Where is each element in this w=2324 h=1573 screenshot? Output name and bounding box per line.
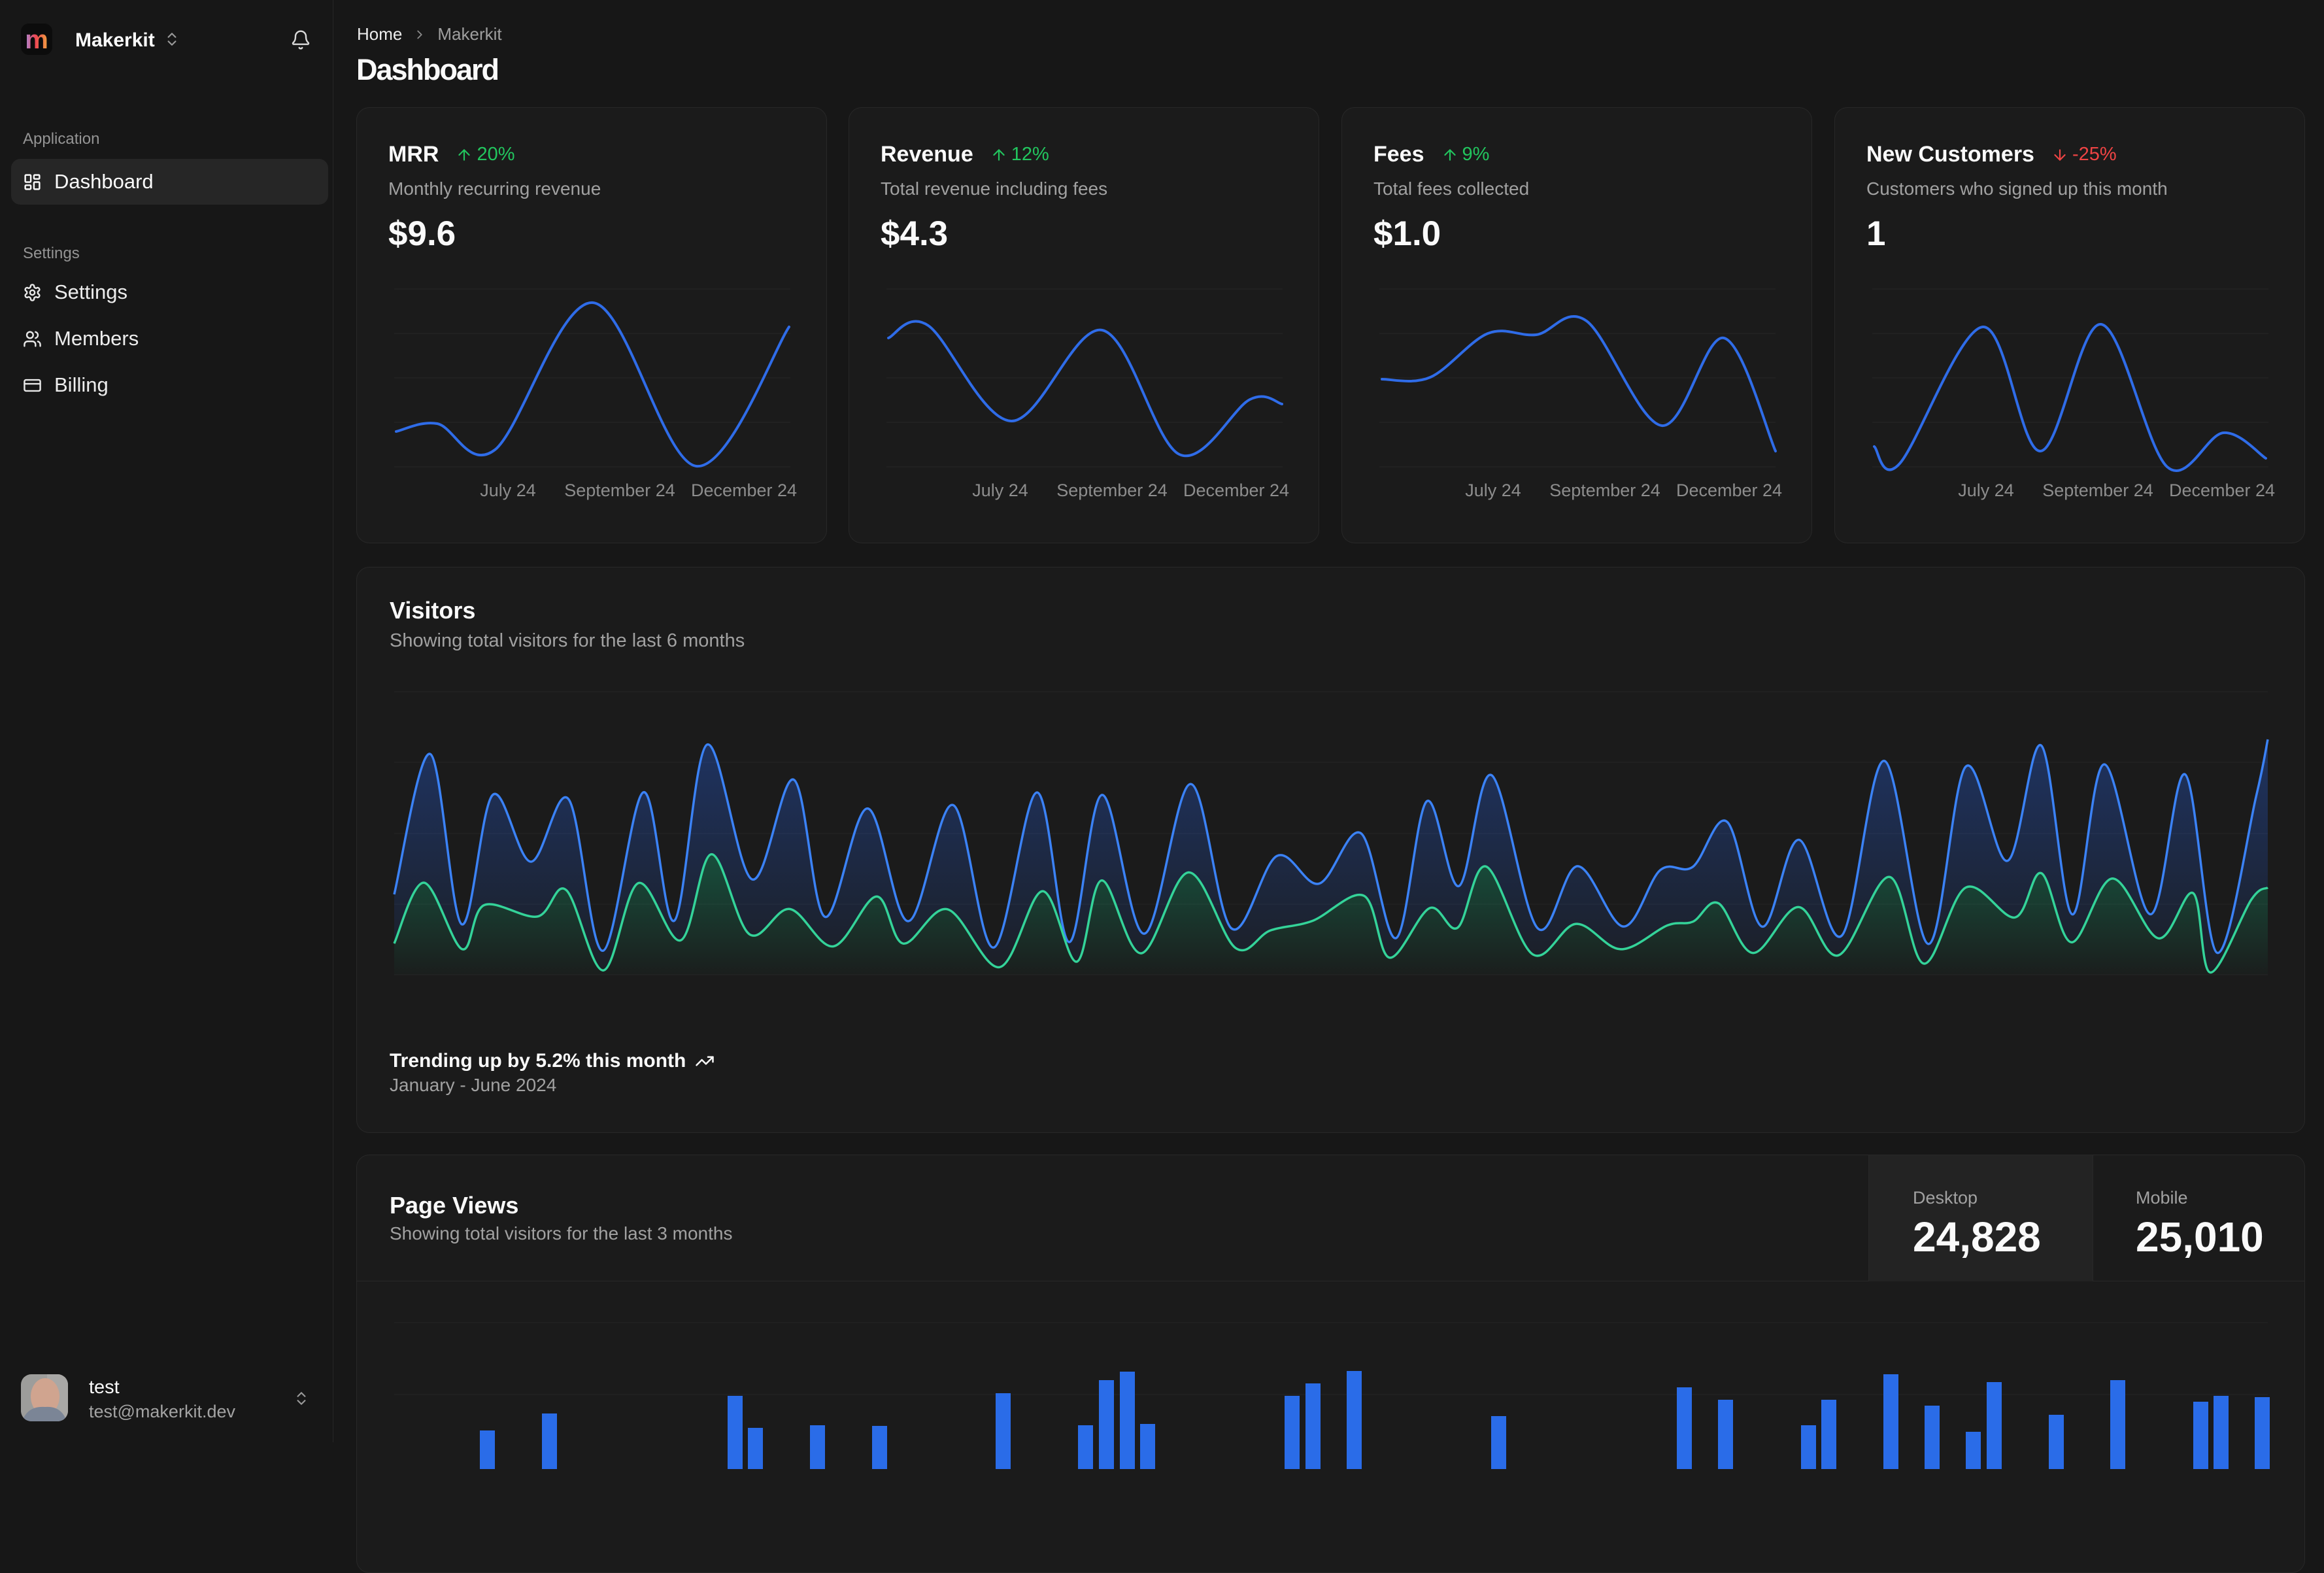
svg-text:m: m — [25, 25, 48, 54]
